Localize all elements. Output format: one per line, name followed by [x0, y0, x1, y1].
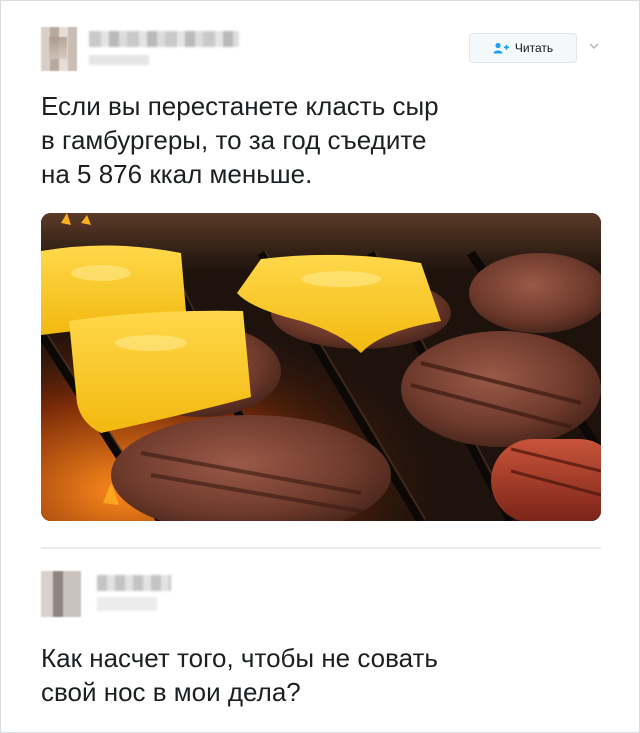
tweet-text-line: на 5 876 ккал меньше. [41, 159, 313, 189]
user-name-blurred[interactable] [89, 31, 239, 47]
tweet-text-line: Если вы перестанете класть сыр [41, 91, 439, 121]
follow-button-label: Читать [514, 41, 554, 55]
tweet-text-line: в гамбургеры, то за год съедите [41, 125, 427, 155]
reply-text-line: свой нос в мои дела? [41, 677, 301, 707]
reply-text-line: Как насчет того, чтобы не совать [41, 643, 438, 673]
add-user-icon [493, 42, 509, 54]
tweet-text: Если вы перестанете класть сыр в гамбург… [41, 89, 601, 191]
screenshot-frame: Читать Если вы перестанете класть сыр в … [0, 0, 640, 733]
user-handle-blurred [97, 597, 157, 611]
tweet-photo[interactable] [41, 213, 601, 521]
follow-button[interactable]: Читать [469, 33, 577, 63]
chevron-down-icon[interactable] [587, 39, 601, 53]
avatar-blurred[interactable] [41, 27, 77, 71]
tweet-header: Читать [41, 27, 601, 77]
user-name-blurred[interactable] [97, 575, 171, 591]
divider [41, 547, 601, 549]
user-handle-blurred [89, 55, 149, 65]
avatar-blurred[interactable] [41, 571, 81, 617]
cheeseburgers-on-grill-photo [41, 213, 601, 521]
reply-text: Как насчет того, чтобы не совать свой но… [41, 641, 601, 709]
